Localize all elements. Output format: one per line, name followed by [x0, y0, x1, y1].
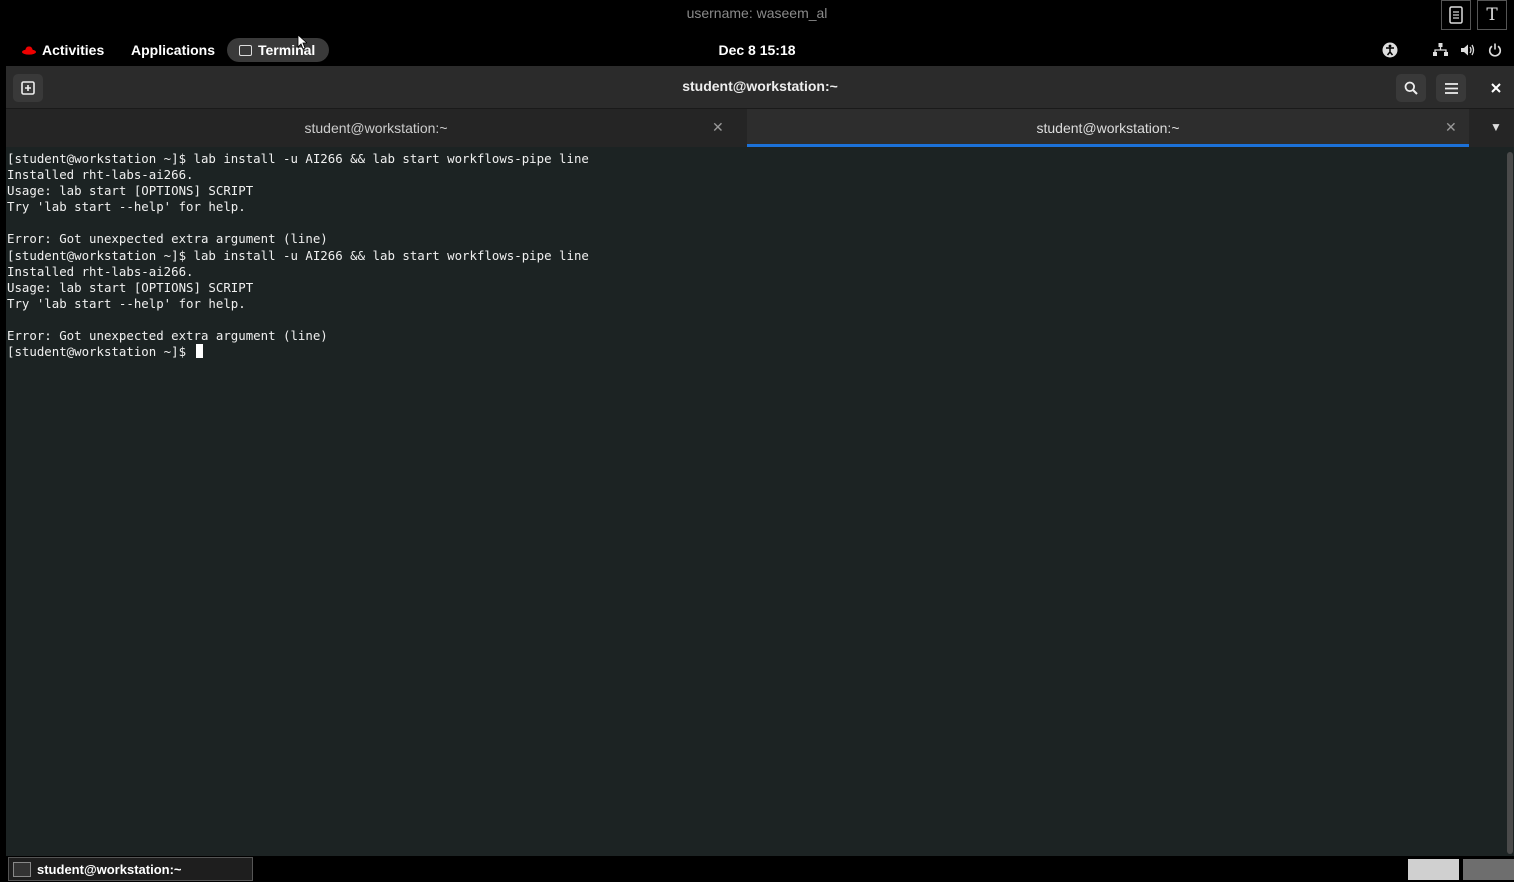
workspace-1[interactable] — [1408, 859, 1459, 880]
terminal-line: Error: Got unexpected extra argument (li… — [7, 328, 328, 344]
terminal-line: Installed rht-labs-ai266. — [7, 263, 194, 279]
session-username: username: waseem_al — [686, 5, 828, 21]
terminal-line: Installed rht-labs-ai266. — [7, 167, 194, 183]
terminal-output[interactable]: [student@workstation ~]$ lab install -u … — [6, 148, 1506, 856]
text-cursor — [195, 344, 203, 359]
volume-icon[interactable] — [1460, 36, 1475, 64]
tab-list-dropdown-icon[interactable]: ▼ — [1490, 120, 1502, 134]
terminal-line: Usage: lab start [OPTIONS] SCRIPT — [7, 279, 254, 295]
search-icon — [1404, 81, 1418, 95]
close-window-button[interactable] — [1481, 74, 1511, 102]
tab-bar: student@workstation:~ ✕ student@workstat… — [6, 109, 1514, 147]
text-input-button[interactable]: T — [1477, 0, 1507, 30]
terminal-line: [student@workstation ~]$ lab install -u … — [7, 247, 589, 263]
terminal-prompt-line: [student@workstation ~]$ — [7, 344, 589, 360]
clock[interactable]: Dec 8 15:18 — [0, 36, 1514, 64]
terminal-text: [student@workstation ~]$ lab install -u … — [7, 151, 589, 360]
clipboard-icon — [1449, 6, 1463, 24]
network-icon[interactable] — [1433, 36, 1448, 64]
close-icon — [1491, 83, 1501, 93]
session-bar: username: waseem_al T — [0, 0, 1514, 32]
terminal-line: Usage: lab start [OPTIONS] SCRIPT — [7, 183, 254, 199]
tab-2-active[interactable]: student@workstation:~ ✕ — [747, 109, 1469, 147]
search-button[interactable] — [1396, 74, 1426, 102]
menu-button[interactable] — [1436, 74, 1466, 102]
tab-label: student@workstation:~ — [304, 120, 448, 136]
taskbar-window-item[interactable]: student@workstation:~ — [8, 857, 253, 881]
workspace-2[interactable] — [1463, 859, 1514, 880]
terminal-icon — [13, 861, 31, 877]
window-title: student@workstation:~ — [682, 78, 838, 94]
clipboard-button[interactable] — [1441, 0, 1471, 30]
gnome-top-bar: Activities Applications Terminal Dec 8 1… — [0, 36, 1514, 64]
terminal-prompt: [student@workstation ~]$ — [7, 344, 194, 360]
terminal-scrollbar[interactable] — [1507, 152, 1513, 854]
tab-1[interactable]: student@workstation:~ ✕ — [6, 109, 746, 147]
power-icon[interactable] — [1488, 36, 1502, 64]
window-headerbar: student@workstation:~ — [6, 66, 1514, 109]
accessibility-icon[interactable] — [1382, 36, 1398, 64]
terminal-line: Try 'lab start --help' for help. — [7, 199, 246, 215]
tab-label: student@workstation:~ — [1036, 120, 1180, 136]
bottom-taskbar: student@workstation:~ — [0, 856, 1514, 882]
terminal-line: Try 'lab start --help' for help. — [7, 295, 246, 311]
taskbar-window-label: student@workstation:~ — [37, 861, 182, 877]
hamburger-menu-icon — [1444, 82, 1458, 94]
tab-close-icon[interactable]: ✕ — [1445, 119, 1457, 136]
terminal-line: [student@workstation ~]$ lab install -u … — [7, 151, 589, 166]
terminal-window: student@workstation:~ student@workstatio… — [6, 66, 1514, 856]
mouse-pointer-icon — [297, 34, 307, 50]
terminal-line: Error: Got unexpected extra argument (li… — [7, 231, 328, 247]
tab-close-icon[interactable]: ✕ — [712, 119, 724, 136]
